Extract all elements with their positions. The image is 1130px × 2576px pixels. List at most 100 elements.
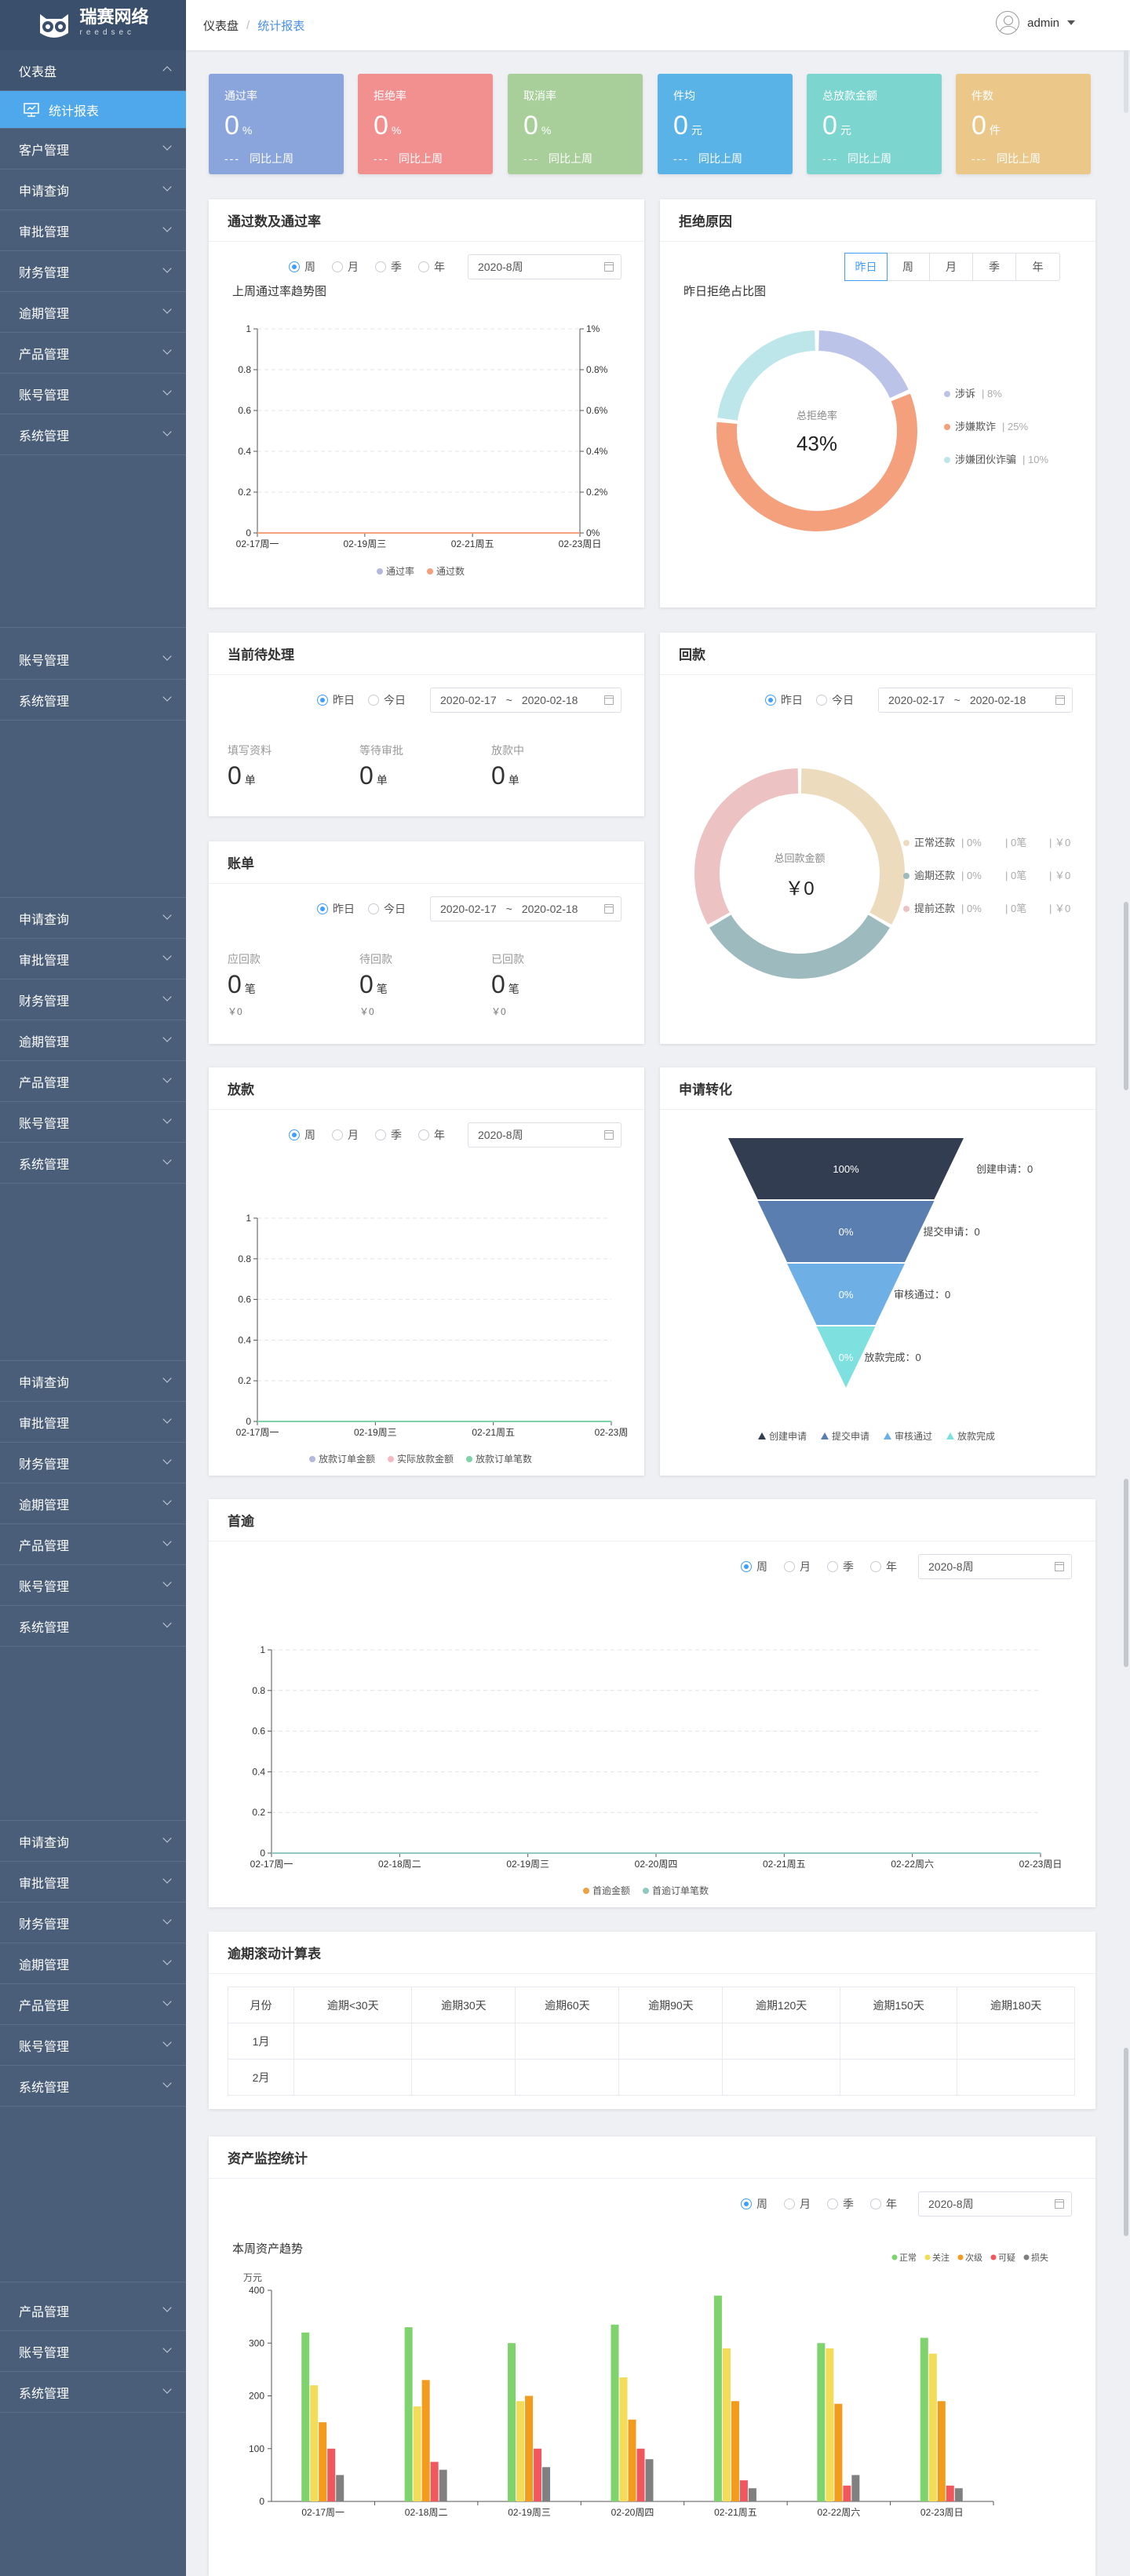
menu-account[interactable]: 账号管理 — [0, 1102, 186, 1143]
menu-apply[interactable]: 申请查询 — [0, 898, 186, 939]
week-picker[interactable]: 2020-8周 — [468, 1122, 622, 1148]
menu-account[interactable]: 账号管理 — [0, 374, 186, 414]
bar — [310, 2385, 319, 2501]
scrollbar[interactable] — [1121, 50, 1130, 2576]
pass-chart: 0 0% 0.2 0.2% 0.4 0.4% 0.6 0.6% 0.8 0.8% 1 1% 02-17周… — [236, 323, 608, 577]
radio-month[interactable]: 月 — [332, 1127, 359, 1143]
stat-value: 0件 — [971, 111, 1001, 140]
period-tab-4[interactable]: 年 — [1016, 254, 1059, 280]
menu-system[interactable]: 系统管理 — [0, 1143, 186, 1184]
date-range-picker[interactable]: 2020-02-17 ~2020-02-18 — [430, 896, 622, 921]
menu-review[interactable]: 审批管理 — [0, 1862, 186, 1903]
period-tabs: 昨日周月季年 — [844, 253, 1060, 281]
menu-system[interactable]: 系统管理 — [0, 1606, 186, 1647]
week-picker[interactable]: 2020-8周 — [918, 1554, 1072, 1579]
menu-system[interactable]: 系统管理 — [0, 680, 186, 721]
radio-today[interactable]: 今日 — [368, 692, 406, 708]
radio-month[interactable]: 月 — [784, 1559, 811, 1574]
radio-yesterday[interactable]: 昨日 — [317, 692, 355, 708]
y2-tick-label: 0% — [586, 527, 600, 538]
funnel-label: 审核通过：0 — [894, 1289, 950, 1301]
column-header: 逾期<30天 — [293, 1987, 413, 2023]
menu-review[interactable]: 审批管理 — [0, 939, 186, 980]
radio-month[interactable]: 月 — [332, 259, 359, 275]
menu-account[interactable]: 账号管理 — [0, 1565, 186, 1606]
radio-quarter[interactable]: 季 — [827, 2196, 854, 2212]
menu-product[interactable]: 产品管理 — [0, 1061, 186, 1102]
radio-yesterday[interactable]: 昨日 — [765, 692, 803, 708]
period-tab-1[interactable]: 周 — [887, 254, 930, 280]
menu-product[interactable]: 产品管理 — [0, 333, 186, 374]
radio-week[interactable]: 周 — [289, 1127, 315, 1143]
x-tick-label: 02-23周日 — [559, 538, 602, 549]
menu-apply[interactable]: 申请查询 — [0, 1821, 186, 1862]
period-tab-0[interactable]: 昨日 — [844, 253, 888, 281]
radio-year[interactable]: 年 — [418, 259, 445, 275]
brand-logo[interactable]: 瑞赛网络 reedsec — [0, 0, 186, 50]
menu-overdue[interactable]: 逾期管理 — [0, 1483, 186, 1524]
period-tab-3[interactable]: 季 — [973, 254, 1016, 280]
date-range-picker[interactable]: 2020-02-17 ~2020-02-18 — [878, 688, 1073, 713]
radio-week[interactable]: 周 — [741, 1559, 767, 1574]
menu-account[interactable]: 账号管理 — [0, 639, 186, 680]
menu-account[interactable]: 账号管理 — [0, 2331, 186, 2372]
legend-marker — [583, 1888, 589, 1894]
menu-apply[interactable]: 申请查询 — [0, 1361, 186, 1402]
menu-clipped — [0, 2275, 186, 2282]
scroll-thumb[interactable] — [1124, 50, 1128, 113]
menu-product[interactable]: 产品管理 — [0, 1984, 186, 2025]
week-picker[interactable]: 2020-8周 — [918, 2191, 1072, 2217]
menu-product[interactable]: 产品管理 — [0, 1524, 186, 1565]
reject-pie-chart: 总拒绝率 43% 涉诉 | 8% 涉嫌欺诈 | 25% 涉嫌团伙诈骗 | 10% — [716, 330, 1048, 531]
scroll-thumb[interactable] — [1124, 2048, 1128, 2236]
radio-today[interactable]: 今日 — [368, 901, 406, 917]
menu-finance[interactable]: 财务管理 — [0, 1903, 186, 1943]
breadcrumb-dashboard[interactable]: 仪表盘 — [203, 17, 239, 34]
radio-year[interactable]: 年 — [870, 2196, 897, 2212]
menu-review[interactable]: 审批管理 — [0, 1402, 186, 1443]
menu-apply[interactable]: 申请查询 — [0, 170, 186, 210]
radio-year[interactable]: 年 — [418, 1127, 445, 1143]
radio-yesterday[interactable]: 昨日 — [317, 901, 355, 917]
legend-label: 提前还款 — [914, 903, 955, 914]
compare-label: 同比上周 — [698, 152, 742, 165]
menu-dashboard[interactable]: 仪表盘 — [0, 50, 186, 91]
radio-month[interactable]: 月 — [784, 2196, 811, 2212]
stat-card: 总放款金额 0 元 --- 同比上周 — [807, 74, 942, 174]
chevron-down-icon — [162, 1997, 172, 2006]
radio-today[interactable]: 今日 — [816, 692, 854, 708]
menu-label: 申请查询 — [19, 184, 70, 199]
radio-label: 昨日 — [333, 694, 355, 706]
menu-finance[interactable]: 财务管理 — [0, 1443, 186, 1483]
scroll-thumb[interactable] — [1124, 902, 1128, 1090]
week-picker[interactable]: 2020-8周 — [468, 254, 622, 279]
menu-system[interactable]: 系统管理 — [0, 414, 186, 455]
menu-product[interactable]: 产品管理 — [0, 2290, 186, 2331]
radio-quarter[interactable]: 季 — [827, 1559, 854, 1574]
chevron-down-icon — [162, 1155, 172, 1165]
menu-system[interactable]: 系统管理 — [0, 2066, 186, 2107]
radio-week[interactable]: 周 — [289, 259, 315, 275]
period-tab-2[interactable]: 月 — [930, 254, 973, 280]
menu-overdue[interactable]: 逾期管理 — [0, 1020, 186, 1061]
date-range-picker[interactable]: 2020-02-17 ~2020-02-18 — [430, 688, 622, 713]
legend-marker — [944, 424, 950, 430]
menu-label: 财务管理 — [19, 1458, 70, 1472]
radio-year[interactable]: 年 — [870, 1559, 897, 1574]
radio-quarter[interactable]: 季 — [375, 1127, 402, 1143]
menu-overdue[interactable]: 逾期管理 — [0, 292, 186, 333]
stat-title: 拒绝率 — [374, 89, 406, 102]
menu-report[interactable]: 统计报表 — [0, 91, 186, 129]
menu-review[interactable]: 审批管理 — [0, 210, 186, 251]
menu-account[interactable]: 账号管理 — [0, 2025, 186, 2066]
menu-overdue[interactable]: 逾期管理 — [0, 1943, 186, 1984]
menu-system[interactable]: 系统管理 — [0, 2372, 186, 2413]
radio-week[interactable]: 周 — [741, 2196, 767, 2212]
scroll-thumb[interactable] — [1124, 1479, 1128, 1667]
menu-customer[interactable]: 客户管理 — [0, 129, 186, 170]
radio-quarter[interactable]: 季 — [375, 259, 402, 275]
user-menu[interactable]: admin — [996, 11, 1075, 35]
menu-finance[interactable]: 财务管理 — [0, 980, 186, 1020]
menu-finance[interactable]: 财务管理 — [0, 251, 186, 292]
bar — [439, 2469, 447, 2501]
